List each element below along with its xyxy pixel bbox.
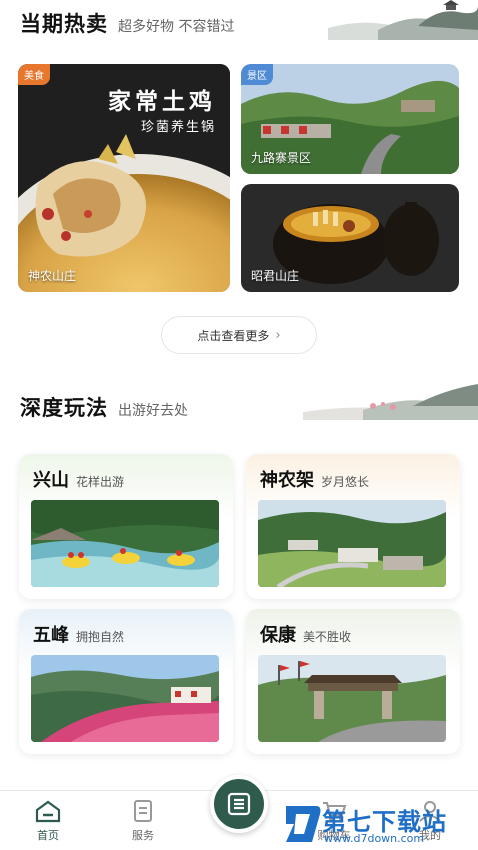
gate-photo — [258, 655, 446, 742]
view-more-button[interactable]: 点击查看更多 › — [161, 316, 317, 354]
service-icon — [134, 800, 152, 822]
tile-name: 神农架 — [260, 470, 314, 491]
nav-home[interactable]: 首页 — [18, 799, 78, 843]
menu-list-icon — [227, 792, 251, 816]
flower-field-photo — [31, 655, 219, 742]
play-section-header: 深度玩法 出游好去处 — [20, 392, 188, 422]
tile-name: 兴山 — [33, 470, 69, 491]
play-tile-baokang[interactable]: 保康 美不胜收 — [246, 609, 460, 754]
hot-card-zhaojun[interactable]: 昭君山庄 — [241, 184, 459, 292]
page: 当期热卖 超多好物 不容错过 家常土鸡 珍菌养生锅 美食 神农山庄 景区 九路寨… — [0, 0, 478, 850]
nav-service[interactable]: 服务 — [113, 799, 173, 843]
card-name: 昭君山庄 — [251, 269, 300, 283]
badge-food: 美食 — [18, 64, 50, 85]
food-banner-subtitle: 珍菌养生锅 — [140, 120, 216, 135]
ink-landscape-decoration — [303, 384, 478, 420]
home-icon — [35, 800, 61, 823]
hot-section-title: 当期热卖 — [20, 12, 108, 36]
hot-card-jiuluzhai[interactable]: 景区 九路寨景区 — [241, 64, 459, 174]
play-section-title: 深度玩法 — [20, 396, 108, 420]
play-tile-shennongjia[interactable]: 神农架 岁月悠长 — [246, 454, 460, 599]
nav-label: 服务 — [132, 829, 154, 842]
tile-slogan: 花样出游 — [76, 475, 125, 489]
rafting-photo — [31, 500, 219, 587]
nav-label: 首页 — [37, 829, 59, 842]
tile-slogan: 岁月悠长 — [321, 475, 370, 489]
watermark-url: www.d7down.com — [324, 832, 425, 845]
view-more-label: 点击查看更多 — [197, 328, 270, 343]
hot-section-header: 当期热卖 超多好物 不容错过 — [20, 8, 234, 38]
tile-slogan: 拥抱自然 — [76, 630, 125, 644]
badge-scenic: 景区 — [241, 64, 273, 85]
ink-landscape-decoration — [328, 0, 478, 40]
tile-name: 五峰 — [33, 625, 69, 646]
card-name: 九路寨景区 — [251, 151, 312, 165]
resort-photo — [258, 500, 446, 587]
chevron-right-icon: › — [275, 327, 281, 343]
tile-slogan: 美不胜收 — [303, 630, 352, 644]
play-tile-wufeng[interactable]: 五峰 拥抱自然 — [19, 609, 233, 754]
hot-section-subtitle: 超多好物 不容错过 — [118, 19, 235, 35]
card-name: 神农山庄 — [28, 269, 77, 283]
center-menu-button[interactable] — [210, 775, 268, 833]
hot-card-shennong[interactable]: 家常土鸡 珍菌养生锅 美食 神农山庄 — [18, 64, 230, 292]
food-banner-title: 家常土鸡 — [108, 88, 216, 115]
tile-name: 保康 — [260, 625, 296, 646]
play-tile-xingshan[interactable]: 兴山 花样出游 — [19, 454, 233, 599]
play-section-subtitle: 出游好去处 — [118, 403, 188, 419]
